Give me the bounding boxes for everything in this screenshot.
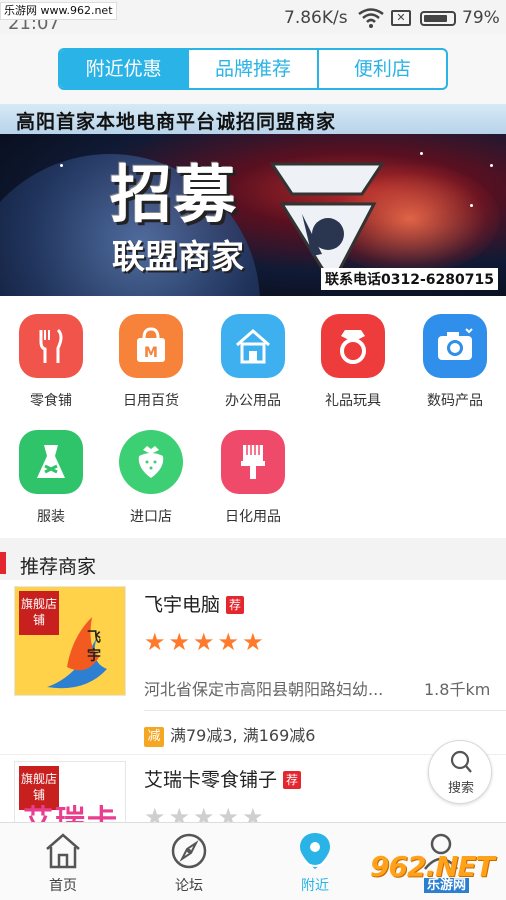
merchant-thumbnail: 旗舰店铺 飞宇 <box>14 586 126 696</box>
star-icon: ★ <box>217 803 240 822</box>
star-icon: ★ <box>168 803 191 822</box>
nav-label: 首页 <box>49 878 77 894</box>
divider <box>144 710 506 711</box>
home-icon <box>46 833 80 869</box>
wifi-icon <box>358 8 384 28</box>
star-icon: ★ <box>144 628 166 656</box>
tab-brand-recommend[interactable]: 品牌推荐 <box>189 50 319 88</box>
star-icon: ★ <box>217 628 240 656</box>
category-gifts-toys[interactable]: 礼品玩具 <box>308 314 398 410</box>
category-label: 零食铺 <box>30 393 72 409</box>
category-label: 进口店 <box>130 509 172 525</box>
category-label: 办公用品 <box>225 393 281 409</box>
merchant-name-row: 艾瑞卡零食铺子荐 <box>144 765 302 792</box>
shopping-bag-icon: M <box>119 314 183 378</box>
flame-logo-icon <box>47 617 107 689</box>
brush-icon <box>221 430 285 494</box>
status-bar: 21:07 乐游网 www.962.net 7.86K/s ✕ 79% <box>0 0 506 34</box>
network-speed: 7.86K/s <box>284 8 348 28</box>
merchant-name: 艾瑞卡零食铺子 <box>144 769 278 791</box>
fork-knife-icon <box>19 314 83 378</box>
strawberry-icon <box>119 430 183 494</box>
banner-subline: 联盟商家 <box>112 237 244 276</box>
category-import[interactable]: 进口店 <box>106 430 196 526</box>
search-button[interactable]: 搜索 <box>428 740 492 804</box>
top-tab-bar: 附近优惠 品牌推荐 便利店 <box>0 34 506 104</box>
section-accent-bar <box>0 552 6 574</box>
sim-off-icon: ✕ <box>391 10 411 26</box>
discount-tag: 减 <box>144 727 164 747</box>
battery-icon <box>420 11 456 26</box>
category-grid: 零食铺 M 日用百货 办公用品 礼品玩具 数码产品 服装 进口店 日化用品 <box>0 296 506 538</box>
nav-nearby[interactable]: 附近 <box>252 823 378 900</box>
nav-label: 论坛 <box>175 878 203 894</box>
category-daily-goods[interactable]: M 日用百货 <box>106 314 196 410</box>
banner-top-strip: 高阳首家本地电商平台诚招同盟商家 <box>0 104 506 134</box>
category-snacks[interactable]: 零食铺 <box>6 314 96 410</box>
thumb-text: 艾瑞卡 <box>23 804 119 822</box>
star-icon: ★ <box>144 803 166 822</box>
promo-row: 减满79减3, 满169减6 <box>144 722 315 747</box>
category-label: 礼品玩具 <box>325 393 381 409</box>
banner-headline: 招募 <box>110 158 239 231</box>
category-digital[interactable]: 数码产品 <box>410 314 500 410</box>
camera-icon <box>423 314 487 378</box>
merchant-name: 飞宇电脑 <box>144 594 221 616</box>
rating-stars: ★ ★ ★ ★ ★ <box>144 630 264 654</box>
nav-forum[interactable]: 论坛 <box>126 823 252 900</box>
star-icon: ★ <box>193 803 215 822</box>
nav-home[interactable]: 首页 <box>0 823 126 900</box>
category-label: 日化用品 <box>225 509 281 525</box>
ring-icon <box>321 314 385 378</box>
star-icon: ★ <box>193 628 215 656</box>
tab-convenience-store[interactable]: 便利店 <box>319 50 446 88</box>
watermark-top: 乐游网 www.962.net <box>0 2 117 20</box>
merchant-card[interactable]: 旗舰店铺 飞宇 飞宇电脑荐 ★ ★ ★ ★ ★ 河北省保定市高阳县朝阳路妇幼... 1.… <box>0 580 506 752</box>
star-icon: ★ <box>168 628 191 656</box>
compass-icon <box>171 833 207 869</box>
merchant-distance: 1.8千km <box>424 680 491 699</box>
category-label: 日用百货 <box>123 393 179 409</box>
banner-phone: 联系电话0312-6280715 <box>321 268 498 290</box>
house-icon <box>221 314 285 378</box>
promo-banner[interactable]: 高阳首家本地电商平台诚招同盟商家 招募 联盟商家 联系电话0312-628071… <box>0 104 506 296</box>
rating-stars: ★ ★ ★ ★ ★ <box>144 805 264 822</box>
merchant-name-row: 飞宇电脑荐 <box>144 590 245 617</box>
category-label: 服装 <box>37 509 65 525</box>
merchant-thumbnail: 旗舰店铺 艾瑞卡 <box>14 761 126 822</box>
category-clothing[interactable]: 服装 <box>6 430 96 526</box>
tab-nearby-deals[interactable]: 附近优惠 <box>60 50 190 88</box>
merchant-address: 河北省保定市高阳县朝阳路妇幼... <box>144 680 384 699</box>
recommended-section-header: 推荐商家 <box>0 538 506 580</box>
nav-label: 附近 <box>301 878 329 894</box>
location-pin-icon <box>300 833 330 869</box>
dress-icon <box>19 430 83 494</box>
recommend-badge: 荐 <box>283 771 302 789</box>
section-title: 推荐商家 <box>20 556 97 578</box>
category-label: 数码产品 <box>427 393 483 409</box>
category-office[interactable]: 办公用品 <box>208 314 298 410</box>
battery-percent: 79% <box>462 8 500 28</box>
corner-watermark: 962.NET 乐游网 <box>362 848 502 896</box>
star-icon: ★ <box>242 803 264 822</box>
recommend-badge: 荐 <box>226 596 245 614</box>
star-icon: ★ <box>242 628 264 656</box>
category-toiletries[interactable]: 日化用品 <box>208 430 298 526</box>
search-icon <box>450 750 472 773</box>
promo-text: 满79减3, 满169减6 <box>170 726 316 745</box>
banner-top-text: 高阳首家本地电商平台诚招同盟商家 <box>16 111 337 133</box>
segment-control: 附近优惠 品牌推荐 便利店 <box>58 48 448 90</box>
watermark-text: 乐游网 <box>424 878 470 893</box>
thumb-text: 飞宇 <box>87 630 101 664</box>
search-label: 搜索 <box>447 781 474 796</box>
svg-text:M: M <box>144 345 158 361</box>
